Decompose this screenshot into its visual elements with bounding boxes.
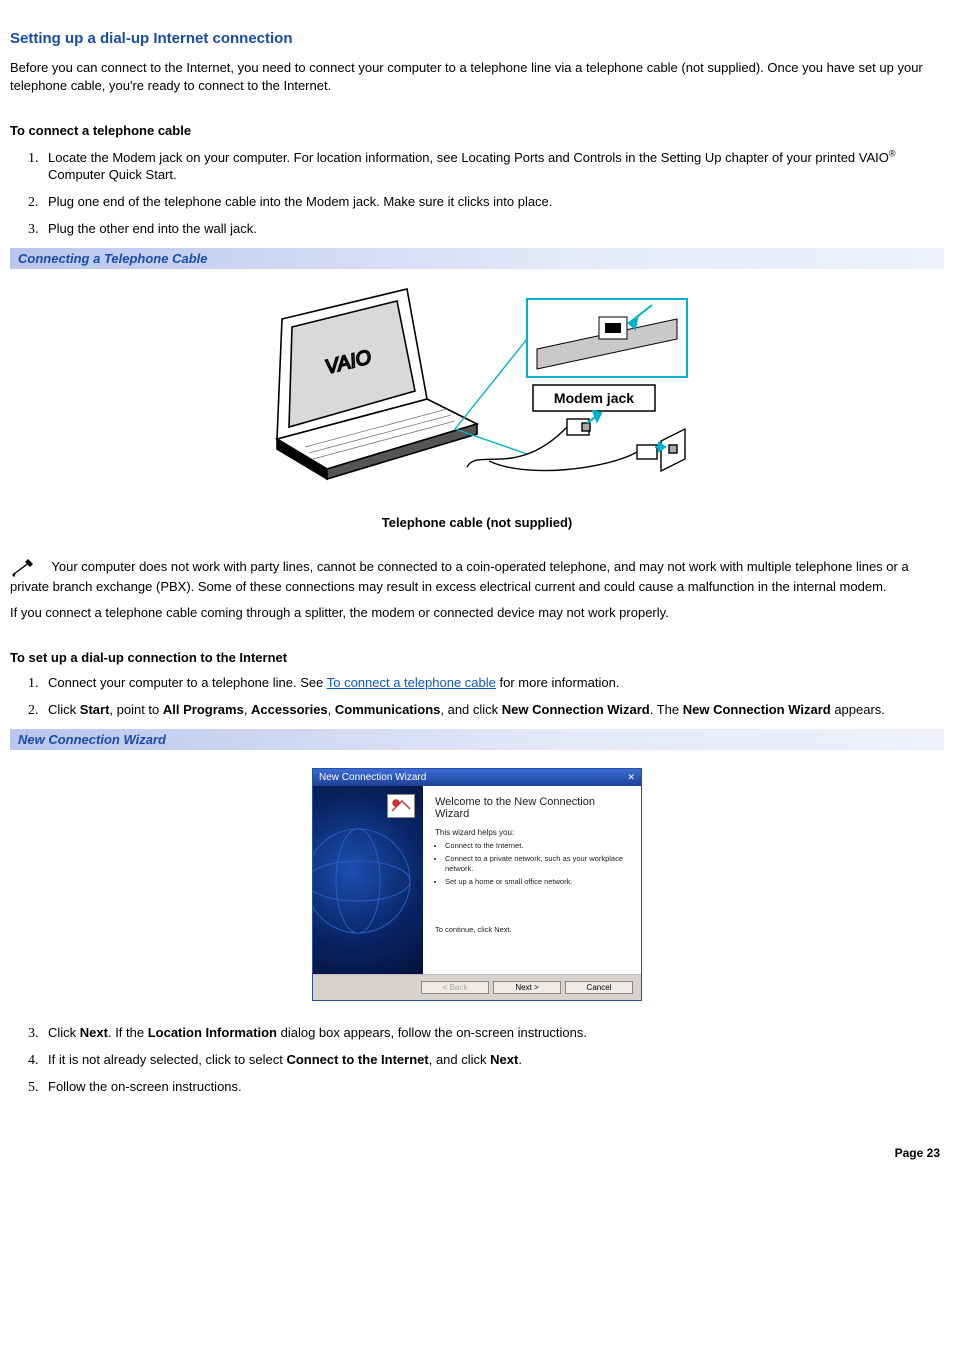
step-text: . The	[650, 702, 683, 717]
step-text: Click	[48, 1025, 80, 1040]
figure-caption-bar: Connecting a Telephone Cable	[10, 248, 944, 269]
bold-text: Start	[80, 702, 110, 717]
bold-text: All Programs	[163, 702, 244, 717]
wizard-side-icon	[387, 794, 415, 818]
wizard-continue-text: To continue, click Next.	[435, 925, 631, 934]
step-text: dialog box appears, follow the on-screen…	[277, 1025, 587, 1040]
bold-text: New Connection Wizard	[502, 702, 650, 717]
step-text: , point to	[109, 702, 162, 717]
registered-mark: ®	[889, 148, 896, 158]
step-text: , and click	[429, 1052, 490, 1067]
step-text: Click	[48, 702, 80, 717]
note-block: Your computer does not work with party l…	[10, 558, 944, 596]
steps-dialup: Connect your computer to a telephone lin…	[32, 675, 944, 719]
wizard-heading: Welcome to the New Connection Wizard	[435, 796, 631, 820]
list-item: Plug one end of the telephone cable into…	[42, 194, 944, 211]
step-text: for more information.	[496, 675, 620, 690]
step-text: Plug one end of the telephone cable into…	[48, 194, 552, 209]
figure-telephone-cable: VAIO Modem jack	[10, 269, 944, 534]
link-connect-cable[interactable]: To connect a telephone cable	[327, 675, 496, 690]
step-text: Locate the Modem jack on your computer. …	[48, 150, 889, 165]
list-item: Follow the on-screen instructions.	[42, 1079, 944, 1096]
bold-text: Location Information	[148, 1025, 277, 1040]
bold-text: Next	[80, 1025, 108, 1040]
figure-caption-text: Telephone cable (not supplied)	[10, 515, 944, 530]
figure-caption-bar-wizard: New Connection Wizard	[10, 729, 944, 750]
steps-dialup-cont: Click Next. If the Location Information …	[32, 1025, 944, 1096]
list-item: If it is not already selected, click to …	[42, 1052, 944, 1069]
close-icon: ✕	[627, 772, 635, 783]
step-text: ,	[244, 702, 251, 717]
bold-text: Communications	[335, 702, 440, 717]
wizard-cancel-button: Cancel	[565, 981, 633, 994]
note-text: Your computer does not work with party l…	[10, 559, 909, 594]
wizard-bullet: Connect to the Internet.	[445, 841, 631, 850]
bold-text: Next	[490, 1052, 518, 1067]
wizard-next-button: Next >	[493, 981, 561, 994]
list-item: Plug the other end into the wall jack.	[42, 221, 944, 238]
steps-connect-cable: Locate the Modem jack on your computer. …	[32, 148, 944, 237]
note-splitter: If you connect a telephone cable coming …	[10, 604, 944, 622]
modem-jack-label: Modem jack	[554, 390, 634, 406]
wizard-side-graphic	[313, 786, 423, 974]
intro-paragraph: Before you can connect to the Internet, …	[10, 59, 944, 95]
wizard-window: New Connection Wizard ✕ Welcome to the N…	[312, 768, 642, 1001]
wizard-bullet: Connect to a private network, such as yo…	[445, 854, 631, 873]
step-text: appears.	[831, 702, 885, 717]
wizard-lede: This wizard helps you:	[435, 828, 631, 837]
section-title: Setting up a dial-up Internet connection	[10, 30, 944, 47]
step-text: Connect your computer to a telephone lin…	[48, 675, 327, 690]
subhead-connect-cable: To connect a telephone cable	[10, 123, 944, 138]
wizard-bullet: Set up a home or small office network.	[445, 877, 631, 886]
list-item: Click Start, point to All Programs, Acce…	[42, 702, 944, 719]
step-text: Follow the on-screen instructions.	[48, 1079, 242, 1094]
step-text: Computer Quick Start.	[48, 167, 177, 182]
note-icon	[10, 558, 38, 578]
subhead-dialup: To set up a dial-up connection to the In…	[10, 650, 944, 665]
telephone-cable-illustration: VAIO Modem jack	[257, 279, 697, 509]
wizard-back-button: < Back	[421, 981, 489, 994]
list-item: Locate the Modem jack on your computer. …	[42, 148, 944, 183]
wizard-figure: New Connection Wizard ✕ Welcome to the N…	[10, 750, 944, 1015]
page-number: Page 23	[10, 1146, 944, 1160]
list-item: Click Next. If the Location Information …	[42, 1025, 944, 1042]
bold-text: New Connection Wizard	[683, 702, 831, 717]
step-text: Plug the other end into the wall jack.	[48, 221, 257, 236]
list-item: Connect your computer to a telephone lin…	[42, 675, 944, 692]
wizard-titlebar: New Connection Wizard ✕	[313, 769, 641, 786]
step-text: If it is not already selected, click to …	[48, 1052, 286, 1067]
step-text: .	[518, 1052, 522, 1067]
step-text: ,	[328, 702, 335, 717]
step-text: , and click	[440, 702, 501, 717]
wizard-title-text: New Connection Wizard	[319, 772, 426, 783]
step-text: . If the	[108, 1025, 148, 1040]
bold-text: Accessories	[251, 702, 328, 717]
bold-text: Connect to the Internet	[286, 1052, 428, 1067]
